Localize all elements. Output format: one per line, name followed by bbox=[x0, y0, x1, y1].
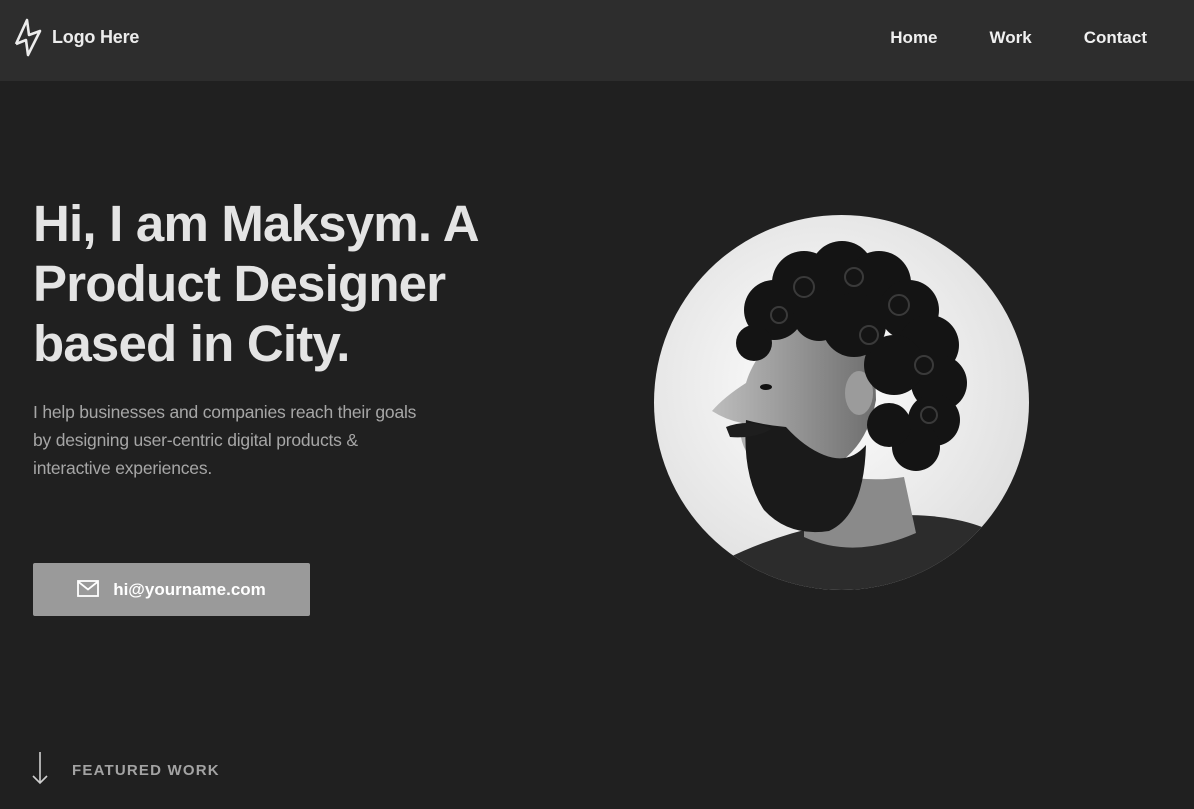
mail-icon bbox=[77, 579, 100, 600]
main-nav: Home Work Contact bbox=[890, 28, 1147, 48]
featured-work-label: FEATURED WORK bbox=[72, 762, 220, 779]
hero-subtitle: I help businesses and companies reach th… bbox=[33, 402, 417, 478]
zigzag-logo-icon bbox=[14, 17, 42, 57]
email-button-label: hi@yourname.com bbox=[113, 579, 266, 599]
nav-contact-link[interactable]: Contact bbox=[1084, 28, 1147, 48]
portrait-photo bbox=[654, 215, 1029, 590]
arrow-down-icon bbox=[30, 750, 50, 791]
hero-title: Hi, I am Maksym. A Product Designer base… bbox=[33, 195, 478, 372]
logo-link[interactable]: Logo Here bbox=[14, 17, 139, 57]
nav-home-link[interactable]: Home bbox=[890, 28, 937, 48]
top-navbar: Logo Here Home Work Contact bbox=[0, 0, 1194, 81]
email-button[interactable]: hi@yourname.com bbox=[33, 563, 310, 616]
nav-work-link[interactable]: Work bbox=[990, 28, 1032, 48]
featured-work-link[interactable]: FEATURED WORK bbox=[30, 750, 220, 791]
logo-text: Logo Here bbox=[52, 26, 140, 47]
